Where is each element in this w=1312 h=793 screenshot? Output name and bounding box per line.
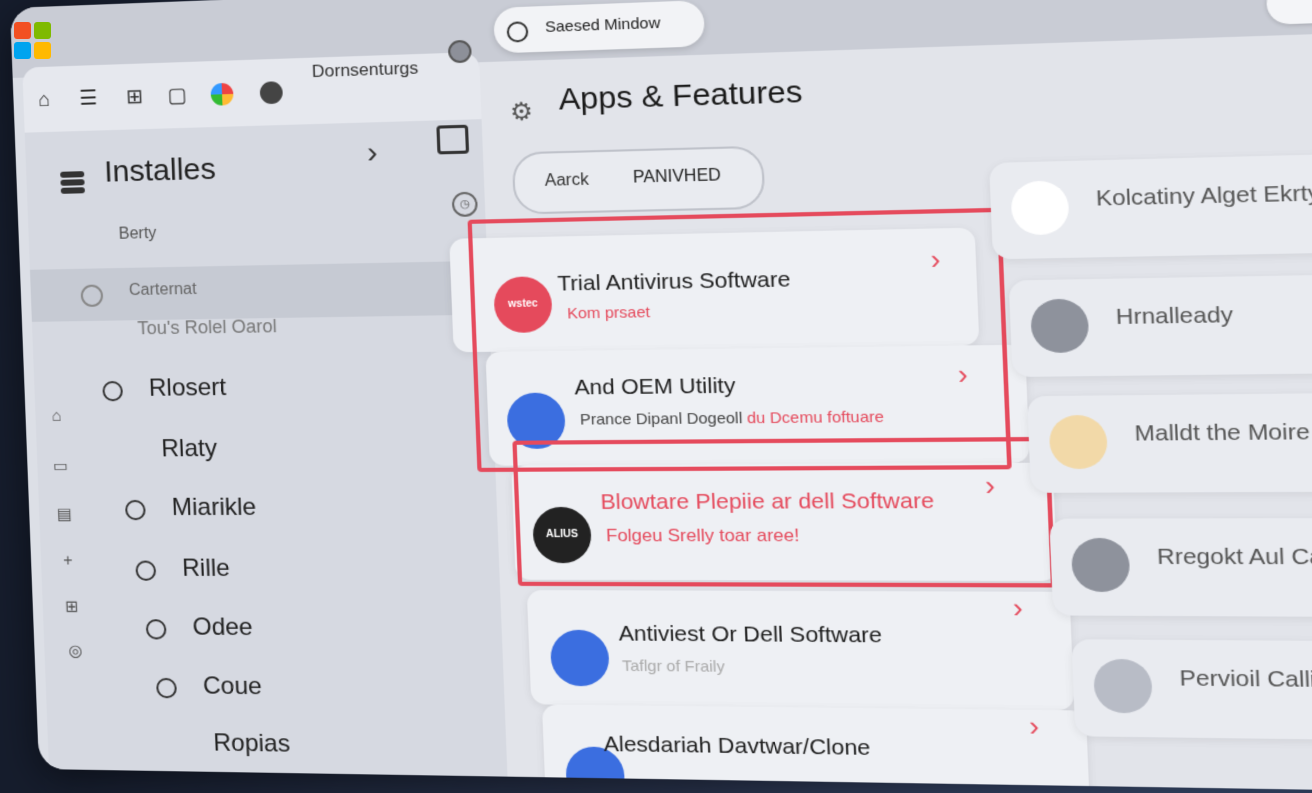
app-title: Pervioil Callion bbox=[1179, 665, 1312, 693]
grid-icon[interactable]: ⊞ bbox=[123, 86, 146, 109]
sidebar-item-label: Carternat bbox=[128, 280, 197, 300]
chevron-right-icon[interactable]: › bbox=[366, 136, 378, 171]
app-title: Malldt the Moire bbox=[1134, 419, 1311, 446]
app-card-right[interactable]: Pervioil Callion › bbox=[1071, 639, 1312, 742]
drive-icon[interactable]: ▭ bbox=[49, 456, 72, 478]
logo-square bbox=[34, 42, 51, 59]
camera-icon bbox=[1029, 298, 1090, 354]
sidebar-section-label: Tou's Rolel Oarol bbox=[137, 315, 278, 339]
app-card-right[interactable]: Kolcatiny Alget Ekrty › bbox=[989, 152, 1312, 260]
logo-square bbox=[14, 22, 31, 39]
radio-icon bbox=[135, 560, 157, 581]
palette-icon[interactable]: ◎ bbox=[64, 641, 87, 663]
window-icon[interactable] bbox=[436, 124, 470, 155]
filter-toggle[interactable]: Aarck PANIVHED bbox=[511, 145, 766, 215]
apps-icon[interactable]: ⊞ bbox=[60, 597, 83, 619]
sidebar-title: Installes bbox=[103, 152, 217, 189]
sidebar-item[interactable]: Rlosert bbox=[102, 373, 227, 403]
filter-left-label: Aarck bbox=[544, 171, 590, 190]
chevron-right-icon[interactable]: › bbox=[1028, 710, 1039, 743]
app-card-antiviest[interactable]: Antiviest Or Dell Software Taflgr of Fra… bbox=[526, 590, 1075, 711]
app-title: Antiviest Or Dell Software bbox=[618, 621, 883, 648]
sidebar-item-label: Rlosert bbox=[148, 373, 227, 402]
highlight-box bbox=[467, 207, 1012, 472]
home-icon[interactable]: ⌂ bbox=[45, 408, 68, 430]
sidebar-item[interactable]: Coue bbox=[155, 672, 263, 701]
sidebar-item-label: Miarikle bbox=[171, 493, 257, 522]
avatar-icon bbox=[1048, 414, 1109, 470]
camera-icon bbox=[1070, 537, 1131, 593]
sidebar-item[interactable]: Rlaty bbox=[161, 435, 218, 464]
documents-tab[interactable]: Dornsenturgs bbox=[311, 58, 418, 82]
box-icon bbox=[1010, 180, 1070, 236]
highlight-box bbox=[512, 436, 1056, 588]
add-icon[interactable]: + bbox=[57, 552, 80, 574]
logo-square bbox=[34, 22, 51, 39]
app-icon bbox=[549, 629, 610, 687]
radio-icon bbox=[155, 677, 178, 699]
database-icon bbox=[60, 171, 85, 194]
radio-icon bbox=[80, 284, 104, 308]
sidebar-subtitle: Berty bbox=[118, 224, 157, 243]
sidebar-item-label: Rille bbox=[181, 554, 231, 583]
app-card-right[interactable]: Malldt the Moire › bbox=[1027, 392, 1312, 493]
sidebar-item-selected[interactable]: Carternat bbox=[29, 260, 506, 322]
app-title: Rregokt Aul Canlac N bbox=[1156, 544, 1312, 570]
filter-right-label: PANIVHED bbox=[632, 166, 722, 187]
sidebar-item-label: Coue bbox=[202, 672, 263, 701]
search-window-label: Saesed Mindow bbox=[544, 14, 661, 37]
gear-icon: ⚙ bbox=[509, 97, 534, 127]
sidebar-item[interactable]: Rille bbox=[135, 554, 231, 584]
search-window-tab[interactable]: Saesed Mindow bbox=[493, 0, 706, 54]
note-icon[interactable]: ▢ bbox=[166, 84, 189, 107]
radio-icon bbox=[124, 499, 146, 521]
app-card-clone[interactable]: Alesdariah Davtwar/Clone › bbox=[541, 704, 1091, 793]
sidebar-item[interactable]: Miarikle bbox=[124, 493, 257, 522]
app-title: Alesdariah Davtwar/Clone bbox=[603, 732, 871, 761]
app-subtitle: Taflgr of Fraily bbox=[621, 657, 726, 676]
sidebar-item-label: Odee bbox=[192, 613, 254, 642]
app-card-right[interactable]: Rregokt Aul Canlac N › bbox=[1049, 517, 1312, 618]
sidebar-item[interactable]: Odee bbox=[145, 613, 254, 642]
chevron-right-icon[interactable]: › bbox=[1012, 592, 1023, 625]
app-title: Kolcatiny Alget Ekrty bbox=[1095, 180, 1312, 211]
settings-window: ⌂ ☰ ⊞ ▢ Dornsenturgs Saesed Mindow Insta… bbox=[10, 0, 1312, 793]
sidebar-item-label: Rlaty bbox=[160, 434, 218, 463]
list-icon[interactable]: ☰ bbox=[77, 87, 100, 110]
app-card-right[interactable]: Hrnalleady › bbox=[1008, 273, 1312, 378]
home-icon[interactable]: ⌂ bbox=[33, 89, 56, 112]
radio-icon bbox=[506, 21, 529, 43]
windows-logo-icon bbox=[14, 22, 52, 60]
radio-icon bbox=[145, 619, 167, 640]
doc-icon[interactable]: ▤ bbox=[53, 504, 76, 526]
app-title: Hrnalleady bbox=[1115, 302, 1234, 330]
page-title: Apps & Features bbox=[558, 74, 804, 117]
radio-icon bbox=[102, 380, 124, 402]
sidebar-item[interactable]: Ropias bbox=[213, 729, 291, 759]
sidebar-item-label: Ropias bbox=[212, 729, 291, 758]
map-icon bbox=[1092, 658, 1154, 714]
sidebar bbox=[24, 118, 519, 782]
logo-square bbox=[14, 42, 31, 59]
